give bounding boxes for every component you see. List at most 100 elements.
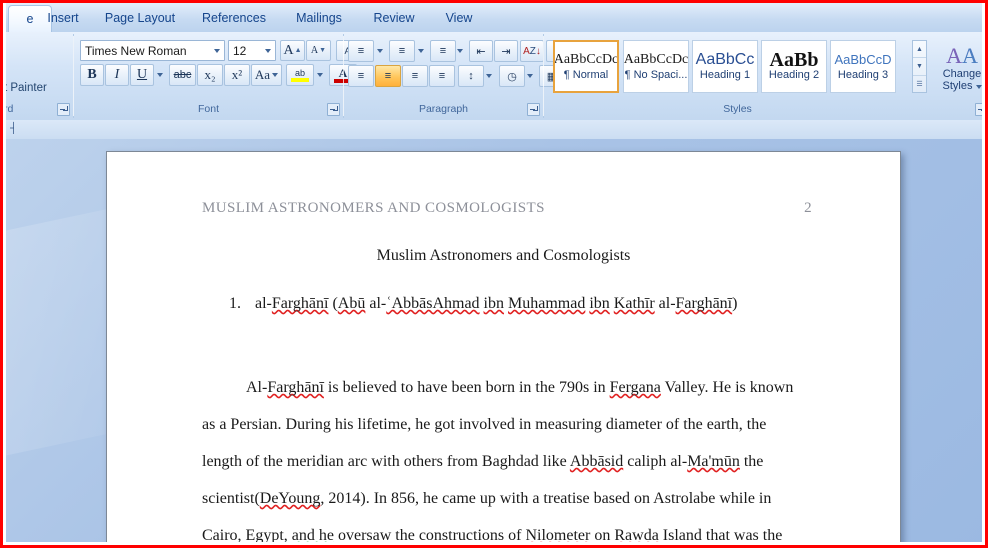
style-name: Heading 1 [699,68,751,81]
style-name: ¶ Normal [563,68,609,81]
grow-font-button[interactable]: A ▲ [280,40,305,61]
style-preview: AaBbCcDc [553,51,619,67]
bold-icon: B [87,67,97,82]
list-item-token: ( [328,295,338,312]
ribbon-group-styles-label: Styles [723,103,752,115]
list-item-token: Farghānī [675,295,733,312]
sort-az-icon: AZ↓ [523,45,541,57]
line-spacing-dropdown[interactable] [483,65,495,87]
grammar-error: and he [291,527,334,542]
style-heading-1[interactable]: AaBbCc Heading 1 [692,40,758,93]
justify-button[interactable]: ≡ [429,65,455,87]
page-number: 2 [804,200,812,216]
styles-scroll-up-button[interactable]: ▲ [913,41,926,59]
superscript-button[interactable]: x² [224,64,250,86]
align-right-button[interactable]: ≡ [402,65,428,87]
paragraph-dialog-launcher[interactable] [527,103,540,116]
tab-view[interactable]: View [424,6,494,32]
align-left-icon: ≡ [357,70,365,82]
underline-dropdown[interactable] [154,64,166,86]
style-heading-2[interactable]: AaBb Heading 2 [761,40,827,93]
ribbon-tab-strip: e Insert Page Layout References Mailings… [6,3,982,34]
font-dialog-launcher[interactable] [327,103,340,116]
numbered-list-icon: ≡ [398,45,406,57]
italic-icon: I [114,67,120,82]
sort-button[interactable]: AZ↓ [520,40,544,62]
strikethrough-button[interactable]: abc [169,64,196,86]
styles-dialog-launcher[interactable] [975,103,982,116]
underline-button[interactable]: U [130,64,154,86]
change-styles-button[interactable]: AA Change Styles [934,38,982,98]
document-page[interactable]: MUSLIM ASTRONOMERS AND COSMOLOGISTS 2 Mu… [106,151,901,542]
style-preview: AaBbCcD [834,51,892,67]
change-case-button[interactable]: Aa [251,64,282,86]
italic-button[interactable]: I [105,64,129,86]
change-styles-label-line2: Styles [942,80,982,92]
bold-button[interactable]: B [80,64,104,86]
styles-gallery-scroller[interactable]: ▲ ▼ ☰ [912,40,927,93]
tab-page-layout-label: Page Layout [104,11,176,25]
tab-page-layout[interactable]: Page Layout [86,6,194,32]
styles-scroll-down-button[interactable]: ▼ [913,58,926,76]
clipboard-dialog-launcher[interactable] [57,103,70,116]
ruler-tab-marker[interactable]: ┤ [10,123,17,134]
highlight-color-swatch [291,78,309,82]
multilevel-list-icon: ≡ [439,45,447,57]
styles-more-button[interactable]: ☰ [913,76,926,92]
style-heading-3[interactable]: AaBbCcD Heading 3 [830,40,896,93]
format-painter-button[interactable]: mat Painter [6,82,47,94]
chevron-down-icon [317,73,323,77]
increase-indent-icon: ⇥ [501,45,511,58]
style-name: Heading 3 [837,68,889,81]
line-spacing-button[interactable]: ↕ [458,65,484,87]
tab-references[interactable]: References [182,6,286,32]
document-body-paragraph: Al-Farghānī is believed to have been bor… [202,332,812,542]
align-center-icon: ≡ [384,70,392,82]
body-line: scientist(DeYoung, 2014). In 856, he cam… [202,490,772,507]
decrease-indent-icon: ⇤ [476,45,486,58]
tab-references-label: References [202,11,266,25]
list-item-token: ) [732,295,738,312]
bullet-list-icon: ≡ [357,45,365,57]
change-styles-icon: AA [946,43,978,68]
tab-mailings-label: Mailings [296,11,342,25]
align-left-button[interactable]: ≡ [348,65,374,87]
style-normal[interactable]: AaBbCcDc ¶ Normal [553,40,619,93]
ribbon-group-clipboard: t py mat Painter rd [6,34,74,118]
word-application-window: e Insert Page Layout References Mailings… [6,3,982,542]
chevron-down-icon [214,48,220,53]
underline-icon: U [136,67,148,82]
body-line: Cairo, Egypt, and he oversaw the constru… [202,527,783,542]
style-no-spacing[interactable]: AaBbCcDc ¶ No Spaci... [623,40,689,93]
horizontal-ruler[interactable]: ┤ [6,120,982,140]
decrease-indent-button[interactable]: ⇤ [469,40,493,62]
document-canvas: MUSLIM ASTRONOMERS AND COSMOLOGISTS 2 Mu… [6,139,982,542]
shading-dropdown[interactable] [524,65,536,87]
bullets-dropdown[interactable] [374,40,386,62]
multilevel-list-dropdown[interactable] [454,40,466,62]
tab-mailings[interactable]: Mailings [274,6,364,32]
chevron-down-icon [157,73,163,77]
line-spacing-icon: ↕ [468,70,474,82]
font-name-combo[interactable]: Times New Roman [80,40,225,61]
screenshot-frame: e Insert Page Layout References Mailings… [0,0,988,548]
numbering-dropdown[interactable] [415,40,427,62]
text-highlight-button[interactable]: ab [286,64,314,86]
align-center-button[interactable]: ≡ [375,65,401,87]
list-item-token: al- [654,295,676,312]
list-item-token: Kathīr [613,295,655,312]
subscript-button[interactable]: x₂ [197,64,223,86]
font-size-combo[interactable]: 12 [228,40,276,61]
superscript-icon: x² [231,67,243,82]
shrink-font-button[interactable]: A ▼ [306,40,331,61]
style-name: Heading 2 [768,68,820,81]
shading-button[interactable]: ◷ [499,65,525,87]
numbering-button[interactable]: ≡ [389,40,415,62]
text-highlight-dropdown[interactable] [314,64,326,86]
bullets-button[interactable]: ≡ [348,40,374,62]
list-item-token: ibn [483,295,504,312]
multilevel-list-button[interactable]: ≡ [430,40,456,62]
font-size-value: 12 [233,43,247,58]
increase-indent-button[interactable]: ⇥ [494,40,518,62]
ribbon-group-font: Times New Roman 12 A ▲ A ▼ Aa B I U [74,34,366,118]
